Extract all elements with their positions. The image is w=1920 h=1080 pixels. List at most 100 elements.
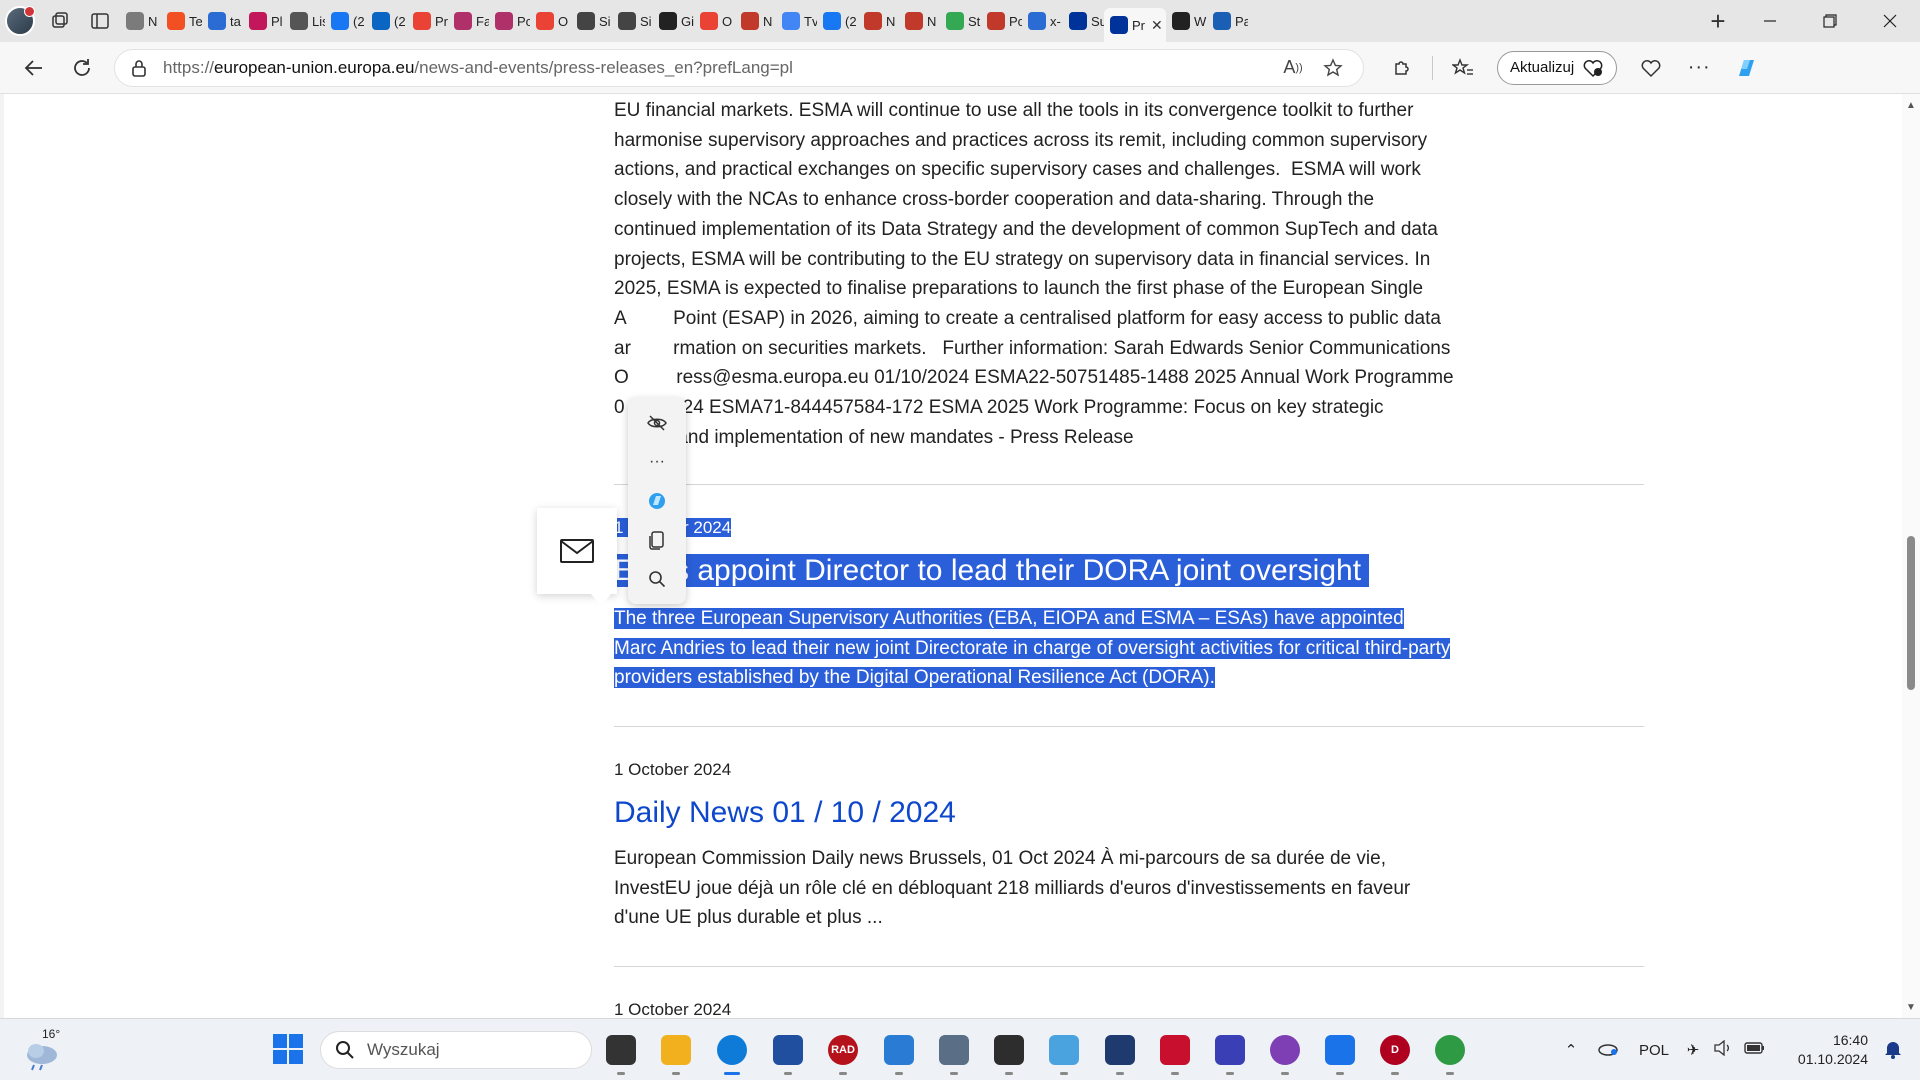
tab[interactable]: N <box>858 4 899 38</box>
shield-app-icon <box>1325 1035 1355 1065</box>
share-email-bubble[interactable] <box>537 508 617 606</box>
tab[interactable]: Te <box>161 4 202 38</box>
taskbar-app-button[interactable] <box>881 1032 917 1075</box>
tab[interactable]: (2 <box>817 4 858 38</box>
copilot-button[interactable] <box>1723 48 1771 88</box>
taskbar-app-button[interactable] <box>1157 1032 1193 1075</box>
close-window-button[interactable] <box>1860 0 1920 42</box>
scrollbar-thumb[interactable] <box>1907 536 1915 690</box>
update-button[interactable]: Aktualizuj <box>1497 50 1618 85</box>
lock-icon[interactable] <box>125 59 153 77</box>
workspaces-button[interactable] <box>40 0 80 42</box>
taskbar-app-button[interactable] <box>991 1032 1027 1075</box>
taskbar-search[interactable]: Wyszukaj <box>320 1031 592 1069</box>
airplane-mode-icon[interactable]: ✈ <box>1678 1041 1708 1059</box>
onedrive-icon[interactable] <box>1586 1040 1630 1060</box>
vertical-tabs-button[interactable] <box>80 0 120 42</box>
favorites-button[interactable] <box>1439 48 1487 88</box>
url-host: european-union.europa.eu <box>214 57 415 77</box>
tab[interactable]: Pc <box>981 4 1022 38</box>
restore-button[interactable] <box>1800 0 1860 42</box>
tab[interactable]: Pa <box>1207 4 1248 38</box>
search-selection-button[interactable] <box>637 562 677 596</box>
cloud-rain-icon <box>27 1044 57 1071</box>
weather-widget[interactable]: 16° <box>20 1027 70 1073</box>
taskbar-app-button[interactable] <box>1267 1032 1303 1075</box>
read-aloud-icon[interactable]: A)) <box>1273 57 1313 78</box>
tab[interactable]: N <box>899 4 940 38</box>
language-indicator[interactable]: POL <box>1630 1042 1678 1059</box>
notification-bell-icon[interactable] <box>1884 1039 1902 1064</box>
profile-button[interactable] <box>0 0 40 42</box>
article-line: harmonise supervisory approaches and pra… <box>614 129 1428 151</box>
taskbar-app-button[interactable] <box>936 1032 972 1075</box>
tab-active[interactable]: Pr ✕ <box>1104 8 1166 42</box>
taskbar-app-button[interactable]: D <box>1377 1032 1413 1075</box>
minimize-button[interactable] <box>1740 0 1800 42</box>
url-path: /news-and-events/press-releases_en?prefL… <box>414 57 793 77</box>
tab[interactable]: Lis <box>284 4 325 38</box>
back-button[interactable] <box>10 48 58 88</box>
taskbar-app-button[interactable] <box>714 1032 750 1075</box>
page-scrollbar[interactable]: ▲ ▼ <box>1902 94 1920 1018</box>
tab[interactable]: Si <box>571 4 612 38</box>
tab[interactable]: x- <box>1022 4 1063 38</box>
tab[interactable]: (2 <box>366 4 407 38</box>
address-bar[interactable]: https://european-union.europa.eu/news-an… <box>114 48 1364 87</box>
copilot-ask-button[interactable] <box>637 484 677 518</box>
scroll-up-arrow-icon[interactable]: ▲ <box>1902 96 1920 114</box>
taskbar-app-button[interactable] <box>1432 1032 1468 1075</box>
tab-close-icon[interactable]: ✕ <box>1151 17 1163 34</box>
chevron-up-icon[interactable]: ⌃ <box>1556 1041 1586 1059</box>
favorite-star-icon[interactable] <box>1313 57 1353 78</box>
news-title-link[interactable]: Daily News 01 / 10 / 2024 <box>614 796 956 829</box>
taskbar-app-button[interactable] <box>770 1032 806 1075</box>
tab[interactable]: O <box>694 4 735 38</box>
volume-icon[interactable] <box>1708 1039 1738 1060</box>
tab[interactable]: W <box>1166 4 1207 38</box>
taskbar-app-button[interactable] <box>1102 1032 1138 1075</box>
copy-button[interactable] <box>637 523 677 557</box>
taskbar-app-button[interactable] <box>603 1032 639 1075</box>
url-text[interactable]: https://european-union.europa.eu/news-an… <box>163 58 1273 78</box>
tab[interactable]: Si <box>612 4 653 38</box>
tab-label: Si <box>599 13 611 29</box>
tab[interactable]: (2 <box>325 4 366 38</box>
extensions-button[interactable] <box>1378 48 1426 88</box>
news-title-link[interactable]: ESAs appoint Director to lead their DORA… <box>614 554 1370 587</box>
tab[interactable]: Su <box>1063 4 1104 38</box>
new-tab-button[interactable]: + <box>1696 6 1740 37</box>
clock-date: 01.10.2024 <box>1797 1051 1868 1067</box>
browser-essentials-button[interactable] <box>1627 48 1675 88</box>
taskbar-app-button[interactable]: RAD <box>825 1032 861 1075</box>
taskbar-app-button[interactable] <box>1046 1032 1082 1075</box>
tab[interactable]: Pr <box>407 4 448 38</box>
tab[interactable]: Gi <box>653 4 694 38</box>
settings-more-button[interactable]: ··· <box>1675 48 1723 88</box>
tab[interactable]: ta <box>202 4 243 38</box>
tab[interactable]: St <box>940 4 981 38</box>
tab[interactable]: Pc <box>489 4 530 38</box>
start-button[interactable] <box>272 1033 304 1065</box>
tab[interactable]: N <box>120 4 161 38</box>
more-options-button[interactable]: ··· <box>637 445 677 479</box>
clock[interactable]: 16:40 01.10.2024 <box>1798 1031 1868 1069</box>
taskbar-app-button[interactable] <box>658 1032 694 1075</box>
refresh-button[interactable] <box>58 48 106 88</box>
tab[interactable]: N <box>735 4 776 38</box>
news-divider <box>614 484 1644 485</box>
article-line: A Point (ESAP) in 2026, aiming to create… <box>614 307 1441 329</box>
tab[interactable]: Pl <box>243 4 284 38</box>
battery-icon[interactable] <box>1738 1041 1772 1059</box>
tab-label: N <box>148 13 158 29</box>
hide-menu-button[interactable] <box>637 406 677 440</box>
taskbar-app-button[interactable] <box>1322 1032 1358 1075</box>
scroll-down-arrow-icon[interactable]: ▼ <box>1902 998 1920 1016</box>
tab[interactable]: Fa <box>448 4 489 38</box>
tab-label: Pr <box>1132 17 1145 33</box>
tab[interactable]: O <box>530 4 571 38</box>
article-line: ar rmation on securities markets. Furthe… <box>614 337 1451 359</box>
tab[interactable]: Tv <box>776 4 817 38</box>
taskbar-app-button[interactable] <box>1212 1032 1248 1075</box>
copilot-icon <box>649 492 665 509</box>
